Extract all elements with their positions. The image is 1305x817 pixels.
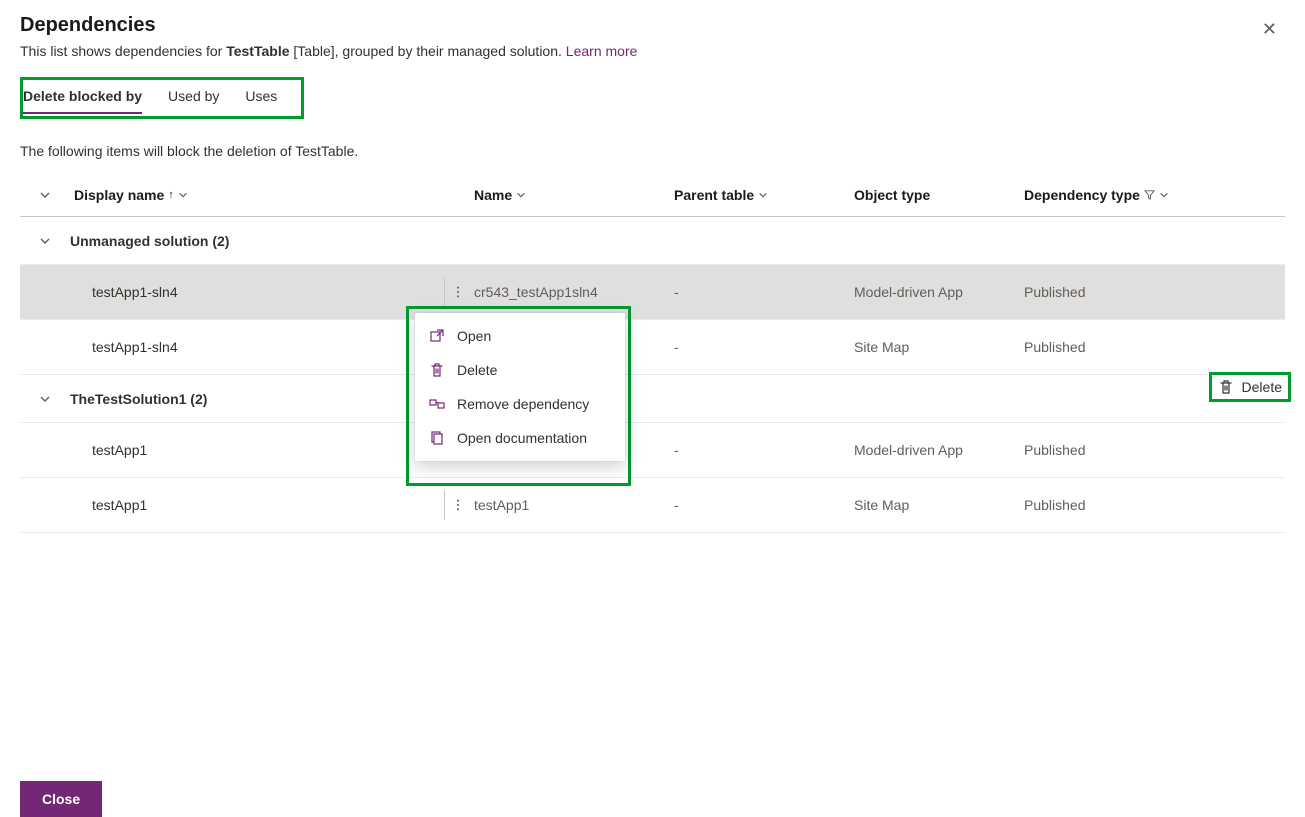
cell-display-name: testApp1-sln4 [92, 339, 178, 355]
menu-item-delete[interactable]: Delete [415, 353, 625, 387]
cell-dependency-type: Published [1020, 485, 1200, 525]
row-context-menu: Open Delete Remove dependency Open docum… [415, 313, 625, 461]
documentation-icon [429, 430, 445, 446]
cell-parent-table: - [670, 485, 850, 525]
table-row[interactable]: testApp1 ⋮ - Model-driven App Published [20, 423, 1285, 478]
menu-item-label: Open documentation [457, 430, 587, 446]
cell-dependency-type: Published [1020, 430, 1200, 470]
col-name[interactable]: Name [470, 187, 670, 203]
chevron-down-icon [178, 190, 188, 200]
delete-button-label: Delete [1242, 379, 1282, 395]
cell-parent-table: - [670, 327, 850, 367]
cell-display-name: testApp1 [92, 442, 147, 458]
group-delete-button[interactable]: Delete [1209, 372, 1291, 402]
table-row[interactable]: testApp1-sln4 ⋮ - Site Map Published [20, 320, 1285, 375]
chevron-down-icon [758, 190, 768, 200]
col-object-type-label: Object type [854, 187, 930, 203]
table-header: Display name ↑ Name Parent table Object … [20, 173, 1285, 217]
menu-item-label: Remove dependency [457, 396, 589, 412]
tabs-highlight-box: Delete blocked by Used by Uses [20, 77, 304, 119]
learn-more-link[interactable]: Learn more [566, 43, 638, 59]
chevron-down-icon [1159, 190, 1169, 200]
cell-display-name: testApp1 [92, 497, 147, 513]
group-label-prefix: The [70, 391, 95, 407]
chevron-down-icon [516, 190, 526, 200]
col-dependency-type-label: Dependency type [1024, 187, 1140, 203]
cell-object-type: Model-driven App [850, 430, 1020, 470]
remove-dependency-icon [429, 396, 445, 412]
cell-object-type: Model-driven App [850, 272, 1020, 312]
menu-item-remove-dependency[interactable]: Remove dependency [415, 387, 625, 421]
page-title: Dependencies [20, 14, 156, 37]
cell-dependency-type: Published [1020, 327, 1200, 367]
open-icon [429, 328, 445, 344]
subtitle-entity: TestTable [226, 43, 289, 59]
cell-display-name: testApp1-sln4 [92, 284, 178, 300]
group-row-unmanaged[interactable]: Unmanaged solution (2) [20, 217, 1285, 265]
group-label-rest: TestSolution1 (2) [95, 391, 208, 407]
cell-parent-table: - [670, 272, 850, 312]
tab-delete-blocked-by[interactable]: Delete blocked by [23, 82, 142, 114]
group-toggle[interactable] [20, 393, 70, 405]
col-display-name-label: Display name [74, 187, 164, 203]
close-icon[interactable]: ✕ [1254, 16, 1285, 42]
subtitle-suffix: [Table], grouped by their managed soluti… [290, 43, 566, 59]
col-object-type[interactable]: Object type [850, 187, 1020, 203]
group-row-thetestsolution1[interactable]: TheTestSolution1 (2) [20, 375, 1285, 423]
cell-name: testApp1 [470, 485, 670, 525]
close-button[interactable]: Close [20, 781, 102, 817]
table-row[interactable]: testApp1 testApp1 - Site Map Published [20, 478, 1285, 533]
table-row[interactable]: testApp1-sln4 cr543_testApp1sln4 - Model… [20, 265, 1285, 320]
group-toggle[interactable] [20, 235, 70, 247]
menu-item-open[interactable]: Open [415, 319, 625, 353]
subtitle-prefix: This list shows dependencies for [20, 43, 226, 59]
col-parent-table-label: Parent table [674, 187, 754, 203]
menu-item-label: Open [457, 328, 491, 344]
cell-name: cr543_testApp1sln4 [470, 272, 670, 312]
col-parent-table[interactable]: Parent table [670, 187, 850, 203]
col-dependency-type[interactable]: Dependency type [1020, 187, 1200, 203]
col-name-label: Name [474, 187, 512, 203]
row-more-button[interactable] [444, 277, 470, 307]
page-subtitle: This list shows dependencies for TestTab… [20, 43, 1285, 59]
row-more-button[interactable] [444, 490, 470, 520]
delete-icon [1218, 379, 1234, 395]
expand-all-toggle[interactable] [20, 189, 70, 201]
sort-ascending-icon: ↑ [168, 189, 174, 201]
tab-description: The following items will block the delet… [20, 143, 1285, 159]
cell-dependency-type: Published [1020, 272, 1200, 312]
group-label: TheTestSolution1 (2) [70, 391, 1277, 407]
filter-icon [1144, 189, 1155, 200]
cell-object-type: Site Map [850, 327, 1020, 367]
tab-uses[interactable]: Uses [245, 82, 277, 114]
tab-bar: Delete blocked by Used by Uses [23, 82, 277, 114]
menu-item-label: Delete [457, 362, 497, 378]
delete-icon [429, 362, 445, 378]
menu-item-open-documentation[interactable]: Open documentation [415, 421, 625, 455]
cell-object-type: Site Map [850, 485, 1020, 525]
group-label: Unmanaged solution (2) [70, 233, 1277, 249]
col-display-name[interactable]: Display name ↑ [70, 187, 470, 203]
cell-parent-table: - [670, 430, 850, 470]
tab-used-by[interactable]: Used by [168, 82, 219, 114]
